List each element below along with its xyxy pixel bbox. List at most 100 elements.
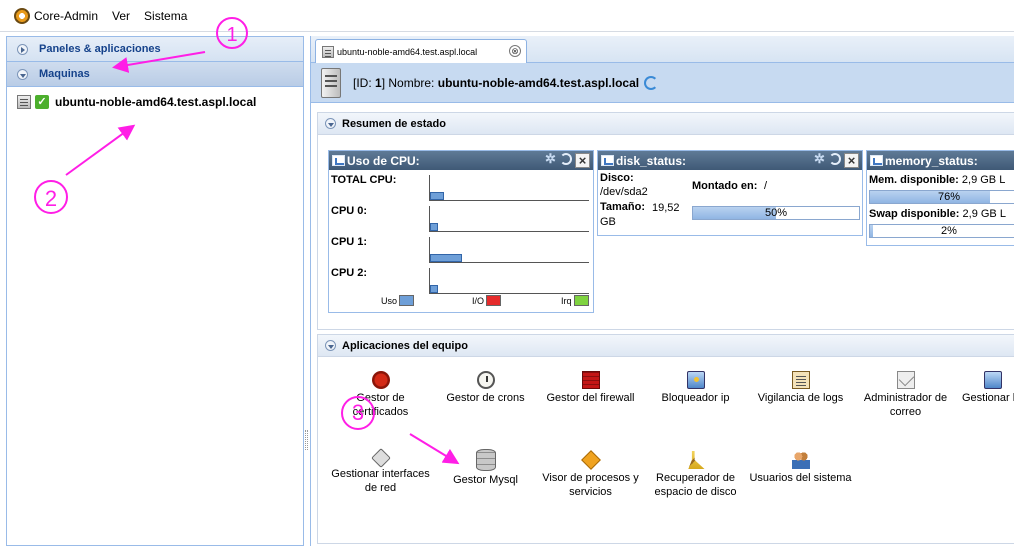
refresh-icon[interactable] [560, 153, 572, 165]
clock-icon [476, 371, 495, 389]
app-label: Gestor del firewall [546, 392, 635, 404]
disco-label: Disco: [600, 172, 634, 184]
progress-fill [693, 207, 776, 219]
cpu-label: CPU 2: [331, 267, 368, 279]
app-gestor-mysql[interactable]: Gestor Mysql [433, 449, 538, 487]
apps-section-header[interactable]: Aplicaciones del equipo [318, 335, 1014, 357]
collapse-icon[interactable] [325, 340, 336, 351]
app-recuperador-espacio[interactable]: Recuperador de espacio de disco [643, 451, 748, 499]
gear-icon[interactable]: ✲ [814, 152, 826, 165]
server-icon [321, 67, 341, 98]
accordion-label: Paneles & aplicaciones [39, 43, 161, 55]
machine-info-bar: [ID: 1] Nombre: ubuntu-noble-amd64.test.… [311, 63, 1014, 103]
app-gestionar-interfaces-red[interactable]: Gestionar interfaces de red [328, 448, 433, 495]
app-label: Gestionar interfaces de red [331, 468, 430, 494]
cpu-row: TOTAL CPU: [329, 170, 593, 201]
legend-swatch [573, 295, 589, 306]
expand-icon[interactable] [17, 43, 28, 55]
app-gestor-certificados[interactable]: Gestor de certificados [328, 371, 433, 419]
progress-text: 76% [937, 191, 961, 203]
left-panel: Paneles & aplicaciones Maquinas ✓ ubuntu… [6, 36, 304, 546]
swap-line: Swap disponible: 2,9 GB L [869, 208, 1006, 220]
widget-titlebar[interactable]: memory_status: [867, 151, 1014, 170]
menu-sistema[interactable]: Sistema [144, 9, 187, 23]
app-gestor-firewall[interactable]: Gestor del firewall [538, 371, 643, 405]
cpu-legend: Uso I/O Irq [329, 295, 591, 309]
legend-io: I/O [472, 295, 502, 306]
cpu-chart [429, 237, 589, 263]
cpu-label: TOTAL CPU: [331, 174, 397, 186]
mail-icon [896, 371, 915, 389]
id-label: [ID: [353, 75, 372, 90]
progress-text: 2% [941, 225, 957, 237]
app-label: Administrador de correo [863, 392, 948, 418]
broom-icon [688, 451, 705, 469]
progress-fill [870, 225, 874, 237]
widget-titlebar[interactable]: disk_status: ✲ × [598, 151, 862, 170]
close-icon[interactable]: ⊗ [509, 45, 521, 57]
app-label: Gestor de certificados [352, 392, 409, 418]
name-label: ] Nombre: [381, 75, 435, 90]
montado-label: Montado en: [692, 180, 758, 192]
tab-label: ubuntu-noble-amd64.test.aspl.local [337, 46, 478, 57]
cpu-widget: Uso de CPU: ✲ × TOTAL CPU: CPU 0: CPU 1: [328, 150, 594, 313]
app-administrador-correo[interactable]: Administrador de correo [853, 371, 958, 419]
app-visor-procesos[interactable]: Visor de procesos y servicios [538, 450, 643, 499]
disk-progress-bar: 50% [692, 206, 860, 220]
app-gestionar-host[interactable]: Gestionar host [948, 371, 1014, 405]
app-label: Gestor de crons [446, 392, 525, 404]
status-section: Resumen de estado Uso de CPU: ✲ × TOTAL … [317, 112, 1014, 330]
cpu-label: CPU 0: [331, 205, 368, 217]
collapse-icon[interactable] [17, 68, 28, 80]
montado-value: / [764, 180, 768, 192]
network-icon [370, 448, 391, 468]
swap-label: Swap disponible: [869, 208, 960, 220]
widget-title: memory_status: [885, 153, 978, 168]
tamano-value: 19,52 GB [600, 202, 680, 228]
cpu-rows: TOTAL CPU: CPU 0: CPU 1: CPU 2: [329, 170, 593, 294]
cpu-chart [429, 206, 589, 232]
close-icon[interactable]: × [575, 153, 590, 168]
accordion-maquinas[interactable]: Maquinas [7, 62, 303, 87]
menu-bar: Core-Admin Ver Sistema [0, 0, 1014, 32]
widget-titlebar[interactable]: Uso de CPU: ✲ × [329, 151, 593, 170]
legend-irq: Irq [561, 295, 589, 306]
cpu-row: CPU 2: [329, 263, 593, 294]
core-admin-logo-icon [14, 7, 30, 24]
tree-item-machine[interactable]: ✓ ubuntu-noble-amd64.test.aspl.local [7, 91, 303, 113]
widget-title: Uso de CPU: [347, 153, 420, 168]
gear-icon[interactable]: ✲ [545, 152, 557, 165]
refresh-icon[interactable] [644, 75, 659, 90]
panel-splitter-handle[interactable] [305, 430, 308, 450]
disk-widget: disk_status: ✲ × Disco: /dev/sda2 Tamaño… [597, 150, 863, 236]
legend-swatch [486, 295, 502, 306]
app-bloqueador-ip[interactable]: Bloqueador ip [643, 371, 748, 405]
swap-progress-bar: 2% [869, 224, 1014, 238]
status-section-header[interactable]: Resumen de estado [318, 113, 1014, 135]
tab-machine[interactable]: ubuntu-noble-amd64.test.aspl.local ⊗ [315, 39, 527, 63]
menu-ver[interactable]: Ver [112, 9, 130, 23]
tab-strip: ubuntu-noble-amd64.test.aspl.local ⊗ [311, 36, 1014, 63]
cpu-usage-bar [430, 223, 438, 231]
collapse-icon[interactable] [325, 118, 336, 129]
mem-label: Mem. disponible: [869, 174, 959, 186]
close-icon[interactable]: × [844, 153, 859, 168]
database-icon [475, 449, 496, 471]
app-vigilancia-logs[interactable]: Vigilancia de logs [748, 371, 853, 405]
app-label: Recuperador de espacio de disco [654, 472, 737, 498]
accordion-paneles-aplicaciones[interactable]: Paneles & aplicaciones [7, 37, 303, 62]
disk-info: Disco: /dev/sda2 Tamaño: 19,52 GB Montad… [598, 170, 862, 238]
legend-uso: Uso [381, 295, 415, 306]
app-usuarios-sistema[interactable]: Usuarios del sistema [748, 451, 853, 485]
refresh-icon[interactable] [829, 153, 841, 165]
menu-core-admin[interactable]: Core-Admin [34, 9, 98, 23]
disco-value: /dev/sda2 [600, 186, 648, 198]
widget-title: disk_status: [616, 153, 687, 168]
app-gestor-crons[interactable]: Gestor de crons [433, 371, 538, 405]
users-icon [791, 451, 810, 469]
clipboard-icon [791, 371, 810, 389]
certificate-icon [371, 371, 390, 389]
machine-name: ubuntu-noble-amd64.test.aspl.local [437, 75, 640, 90]
main-panel: ubuntu-noble-amd64.test.aspl.local ⊗ [ID… [310, 36, 1014, 546]
app-label: Bloqueador ip [661, 392, 730, 404]
